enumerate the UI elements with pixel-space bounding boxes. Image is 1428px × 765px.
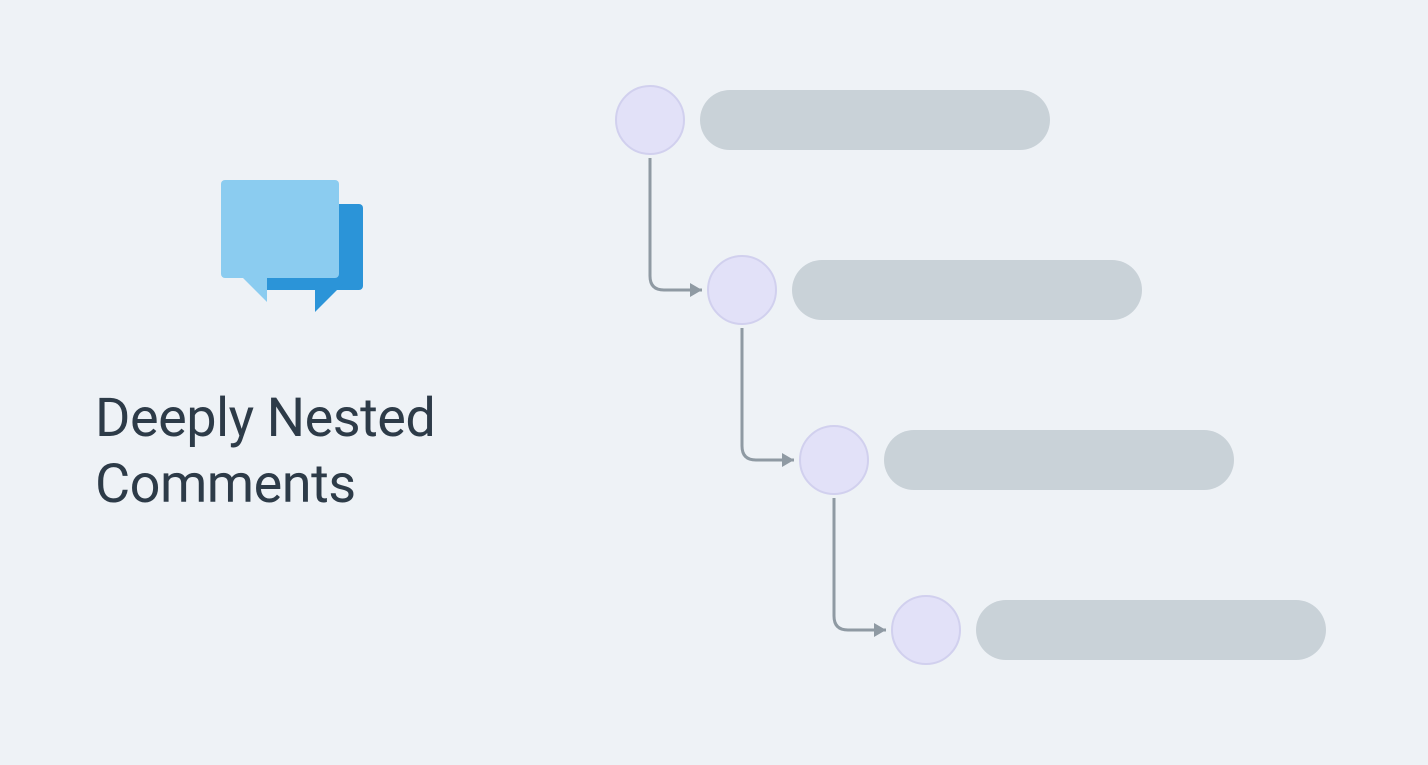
nested-comments-diagram: [590, 80, 1390, 720]
chat-bubble-front: [221, 180, 339, 278]
comment-body: [792, 260, 1142, 320]
comment-body: [884, 430, 1234, 490]
comment-body: [700, 90, 1050, 150]
comment-avatar: [616, 86, 684, 154]
thread-arrow: [742, 328, 794, 460]
page-title: Deeply Nested Comments: [95, 386, 435, 518]
comment-avatar: [708, 256, 776, 324]
arrow-head-icon: [690, 283, 702, 297]
title-line-1: Deeply Nested: [95, 387, 435, 450]
comment-avatar: [892, 596, 960, 664]
title-line-2: Comments: [95, 453, 356, 516]
thread-arrow: [834, 498, 886, 630]
arrow-head-icon: [874, 623, 886, 637]
arrow-head-icon: [782, 453, 794, 467]
thread-arrow: [650, 158, 702, 290]
comment-avatar: [800, 426, 868, 494]
chat-bubbles-icon: [211, 170, 361, 330]
comment-body: [976, 600, 1326, 660]
